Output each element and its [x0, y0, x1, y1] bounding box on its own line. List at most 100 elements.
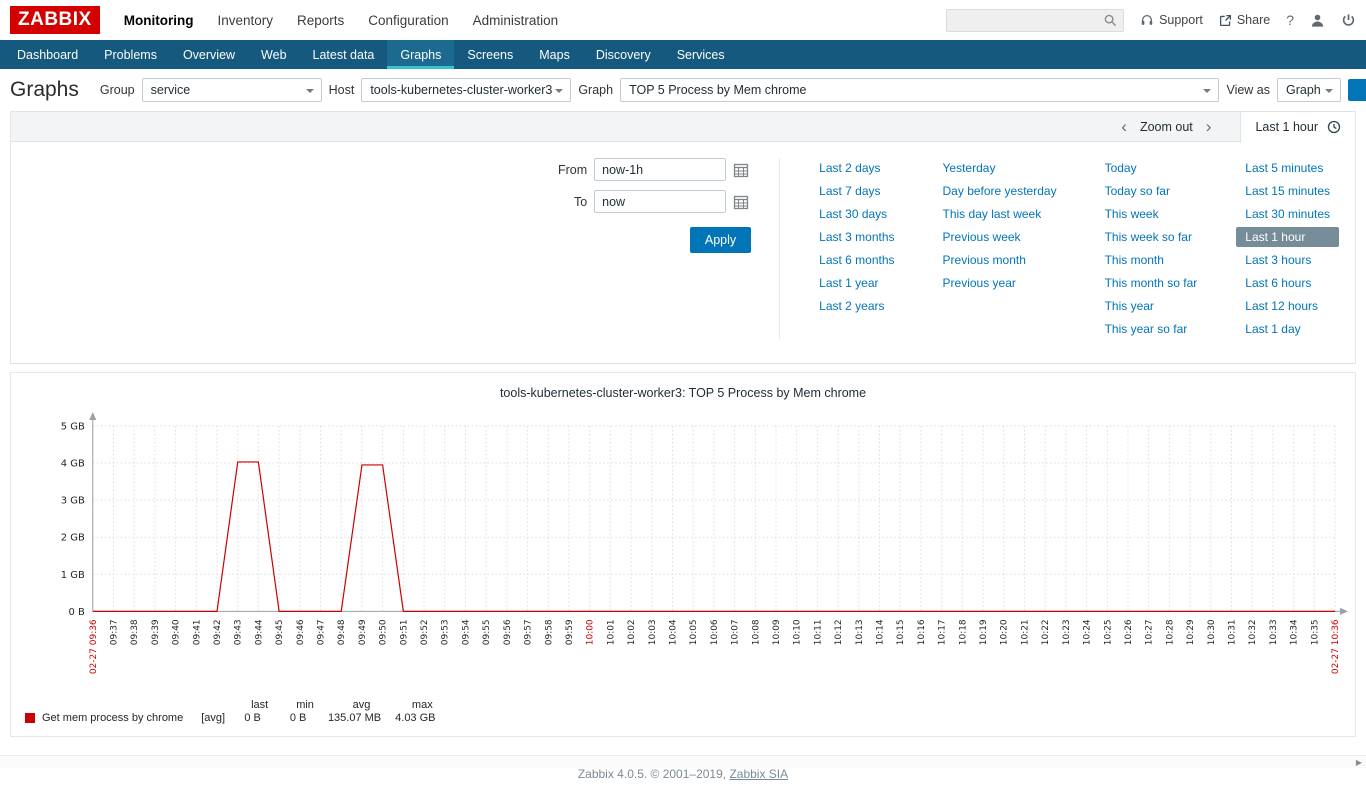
- x-axis-arrow-icon: [1340, 608, 1348, 615]
- from-input[interactable]: [594, 158, 726, 181]
- kiosk-mode-button[interactable]: [1348, 79, 1366, 101]
- y-axis-arrow-icon: [89, 412, 96, 420]
- quick-range-last-7-days[interactable]: Last 7 days: [810, 181, 903, 201]
- svg-text:3 GB: 3 GB: [61, 496, 85, 507]
- svg-text:10:21: 10:21: [1020, 619, 1030, 645]
- quick-range-this-month-so-far[interactable]: This month so far: [1096, 273, 1207, 293]
- quick-range-today[interactable]: Today: [1096, 158, 1207, 178]
- quick-ranges: Last 2 days Last 7 days Last 30 days Last 3…: [780, 158, 1339, 339]
- zabbix-sia-link[interactable]: Zabbix SIA: [729, 767, 788, 781]
- quick-range-column-2: Yesterday Day before yesterday This day la…: [934, 158, 1066, 293]
- svg-text:09:43: 09:43: [234, 619, 244, 645]
- group-select[interactable]: service: [142, 78, 322, 102]
- quick-range-previous-year[interactable]: Previous year: [934, 273, 1066, 293]
- quick-range-this-year[interactable]: This year: [1096, 296, 1207, 316]
- host-select[interactable]: tools-kubernetes-cluster-worker3: [361, 78, 571, 102]
- quick-range-last-6-hours[interactable]: Last 6 hours: [1236, 273, 1339, 293]
- menu-item-administration[interactable]: Administration: [461, 2, 571, 39]
- support-link[interactable]: Support: [1140, 13, 1203, 27]
- svg-text:09:52: 09:52: [420, 619, 430, 645]
- svg-text:09:47: 09:47: [317, 619, 327, 645]
- zabbix-logo[interactable]: ZABBIX: [10, 6, 100, 34]
- legend-stat-header-min: min: [282, 699, 328, 712]
- quick-range-last-6-months[interactable]: Last 6 months: [810, 250, 903, 270]
- chevron-down-icon: [306, 89, 314, 93]
- subnav-item-web[interactable]: Web: [248, 40, 299, 69]
- logout-button[interactable]: [1341, 13, 1356, 28]
- calendar-icon: [733, 194, 749, 210]
- subnav-item-dashboard[interactable]: Dashboard: [4, 40, 91, 69]
- help-button[interactable]: ?: [1286, 12, 1294, 28]
- svg-text:10:06: 10:06: [710, 619, 720, 645]
- subnav-item-overview[interactable]: Overview: [170, 40, 248, 69]
- y-axis-labels: 5 GB4 GB3 GB2 GB1 GB0 B: [61, 421, 85, 617]
- time-shift-back-button[interactable]: ‹: [1108, 113, 1140, 141]
- quick-range-today-so-far[interactable]: Today so far: [1096, 181, 1207, 201]
- subnav-item-problems[interactable]: Problems: [91, 40, 170, 69]
- legend-stat-value-max: 4.03 GB: [395, 712, 449, 724]
- quick-range-day-before-yesterday[interactable]: Day before yesterday: [934, 181, 1066, 201]
- search-box: [946, 9, 1124, 32]
- subnav-item-services[interactable]: Services: [664, 40, 738, 69]
- graph-legend-area: lastminavgmaxGet mem process by chrome[a…: [11, 699, 1355, 724]
- graph-select-value: TOP 5 Process by Mem chrome: [629, 83, 806, 97]
- svg-text:10:16: 10:16: [917, 619, 927, 645]
- scroll-right-arrow-icon[interactable]: ▶: [1352, 756, 1366, 769]
- quick-range-last-2-days[interactable]: Last 2 days: [810, 158, 903, 178]
- quick-range-last-5-minutes[interactable]: Last 5 minutes: [1236, 158, 1339, 178]
- quick-range-last-12-hours[interactable]: Last 12 hours: [1236, 296, 1339, 316]
- subnav-item-latest-data[interactable]: Latest data: [300, 40, 388, 69]
- time-shift-forward-button[interactable]: ›: [1193, 113, 1225, 141]
- quick-range-last-15-minutes[interactable]: Last 15 minutes: [1236, 181, 1339, 201]
- quick-range-this-month[interactable]: This month: [1096, 250, 1207, 270]
- chevron-down-icon: [1325, 89, 1333, 93]
- subnav-item-screens[interactable]: Screens: [454, 40, 526, 69]
- search-icon: [1104, 14, 1117, 27]
- search-input[interactable]: [946, 9, 1124, 32]
- memory-graph[interactable]: 5 GB4 GB3 GB2 GB1 GB0 B02-27 09:3609:370…: [13, 404, 1353, 699]
- menu-item-reports[interactable]: Reports: [285, 2, 356, 39]
- from-calendar-button[interactable]: [733, 161, 751, 179]
- quick-range-this-week-so-far[interactable]: This week so far: [1096, 227, 1207, 247]
- quick-range-this-week[interactable]: This week: [1096, 204, 1207, 224]
- quick-range-last-1-year[interactable]: Last 1 year: [810, 273, 903, 293]
- to-input[interactable]: [594, 190, 726, 213]
- quick-range-this-year-so-far[interactable]: This year so far: [1096, 319, 1207, 339]
- subnav-item-maps[interactable]: Maps: [526, 40, 583, 69]
- quick-range-last-2-years[interactable]: Last 2 years: [810, 296, 903, 316]
- apply-button[interactable]: Apply: [690, 227, 751, 253]
- legend-series-name: Get mem process by chrome: [25, 712, 189, 724]
- menu-item-inventory[interactable]: Inventory: [205, 2, 285, 39]
- horizontal-scrollbar[interactable]: ▶: [0, 755, 1366, 768]
- quick-range-this-day-last-week[interactable]: This day last week: [934, 204, 1066, 224]
- menu-item-configuration[interactable]: Configuration: [356, 2, 460, 39]
- top-bar: ZABBIX MonitoringInventoryReportsConfigu…: [0, 0, 1366, 40]
- graph-area[interactable]: 5 GB4 GB3 GB2 GB1 GB0 B02-27 09:3609:370…: [11, 404, 1355, 699]
- svg-text:10:32: 10:32: [1248, 619, 1258, 645]
- quick-range-last-30-days[interactable]: Last 30 days: [810, 204, 903, 224]
- quick-range-last-1-hour[interactable]: Last 1 hour: [1236, 227, 1339, 247]
- subnav-item-discovery[interactable]: Discovery: [583, 40, 664, 69]
- profile-button[interactable]: [1310, 13, 1325, 28]
- graph-select[interactable]: TOP 5 Process by Mem chrome: [620, 78, 1219, 102]
- quick-range-last-3-hours[interactable]: Last 3 hours: [1236, 250, 1339, 270]
- view-as-select[interactable]: Graph: [1277, 78, 1341, 102]
- zoom-out-button[interactable]: Zoom out: [1140, 120, 1193, 134]
- quick-range-previous-month[interactable]: Previous month: [934, 250, 1066, 270]
- quick-range-last-30-minutes[interactable]: Last 30 minutes: [1236, 204, 1339, 224]
- svg-text:10:05: 10:05: [689, 619, 699, 645]
- share-link[interactable]: Share: [1219, 13, 1270, 27]
- quick-range-last-1-day[interactable]: Last 1 day: [1236, 319, 1339, 339]
- menu-item-monitoring[interactable]: Monitoring: [112, 2, 206, 39]
- legend-stat-value-min: 0 B: [282, 712, 328, 724]
- quick-range-previous-week[interactable]: Previous week: [934, 227, 1066, 247]
- time-filter-body: From To Apply Last 2 daysLast 7 daysLast…: [11, 142, 1355, 363]
- quick-range-yesterday[interactable]: Yesterday: [934, 158, 1066, 178]
- to-calendar-button[interactable]: [733, 193, 751, 211]
- time-range-tab[interactable]: Last 1 hour: [1240, 112, 1355, 143]
- from-label: From: [558, 163, 587, 177]
- subnav-item-graphs[interactable]: Graphs: [387, 40, 454, 69]
- quick-range-last-3-months[interactable]: Last 3 months: [810, 227, 903, 247]
- view-as-label: View as: [1226, 83, 1270, 97]
- svg-text:10:18: 10:18: [958, 619, 968, 645]
